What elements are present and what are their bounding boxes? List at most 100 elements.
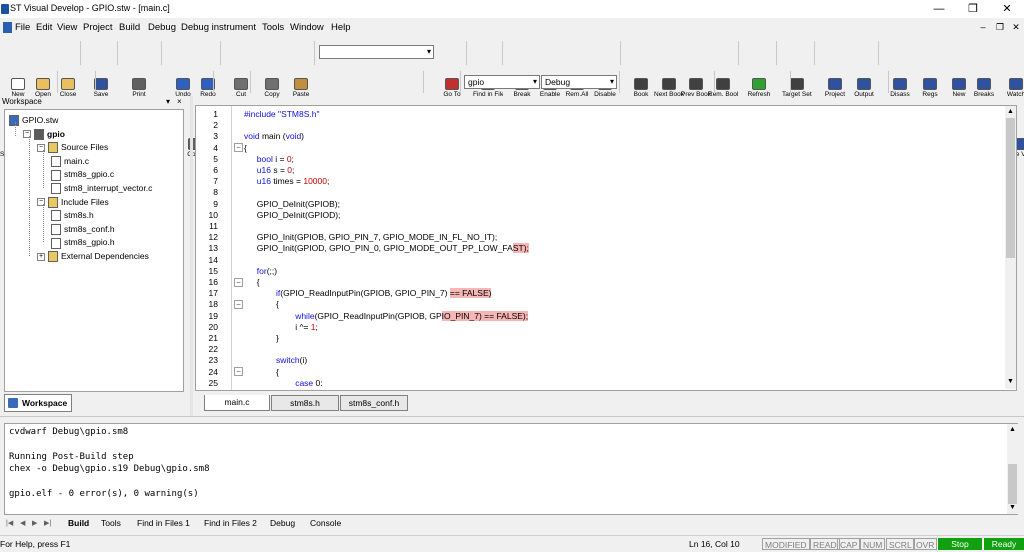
scroll-down-icon[interactable]: ▼	[1007, 378, 1014, 385]
pin-icon[interactable]: ▾	[166, 96, 170, 108]
tree-item[interactable]: GPIO.stw	[9, 114, 59, 127]
line-number: 12	[208, 232, 218, 243]
workspace-close-button[interactable]: ×	[177, 96, 182, 108]
menu-debug-instrument[interactable]: Debug instrument	[181, 22, 256, 33]
status-modified: MODIFIED	[762, 538, 810, 550]
toolbar-separator	[423, 71, 424, 93]
scroll-up-icon[interactable]: ▲	[1009, 426, 1016, 433]
tab-tools[interactable]: Tools	[101, 517, 121, 531]
code-line: #include "STM8S.h"	[244, 109, 320, 119]
output-line: Running Post-Build step	[9, 451, 134, 462]
tab-nav-first-icon[interactable]: |◀	[6, 517, 13, 531]
editor-scrollbar[interactable]: ▲ ▼	[1005, 106, 1016, 389]
output-scrollbar[interactable]: ▲ ▼	[1007, 424, 1018, 514]
output-window[interactable]: cvdwarf Debug\gpio.sm8 Running Post-Build…	[4, 423, 1018, 515]
tree-item[interactable]: stm8s_gpio.c	[51, 168, 114, 181]
status-help-text: For Help, press F1	[0, 539, 71, 549]
menu-debug[interactable]: Debug	[148, 22, 176, 33]
toolbar-separator	[619, 71, 620, 93]
tab-build[interactable]: Build	[68, 517, 89, 531]
tab-stm8s-h[interactable]: stm8s.h	[271, 395, 339, 411]
toolbar-separator	[161, 41, 162, 65]
search-combo[interactable]: ▾	[319, 45, 434, 59]
chevron-down-icon[interactable]: ▾	[610, 76, 614, 88]
folder-icon	[48, 251, 58, 263]
workspace-tab[interactable]: Workspace	[4, 394, 72, 412]
toolbar-separator	[502, 41, 503, 65]
toolbar-separator	[776, 41, 777, 65]
tree-item[interactable]: − Include Files	[37, 196, 109, 208]
project-combo-value: gpio	[468, 77, 485, 87]
mdi-restore-button[interactable]: ❐	[994, 22, 1006, 33]
scroll-up-icon[interactable]: ▲	[1007, 108, 1014, 115]
tab-nav-prev-icon[interactable]: ◀	[20, 517, 25, 531]
menu-project[interactable]: Project	[83, 22, 113, 33]
line-number: 15	[208, 265, 218, 276]
tree-item-label: stm8s_gpio.h	[64, 237, 115, 248]
maximize-button[interactable]: ❐	[956, 0, 990, 18]
fold-toggle-icon[interactable]: −	[234, 277, 243, 287]
line-number: 18	[208, 299, 218, 310]
tree-item-label: main.c	[64, 155, 90, 166]
menu-build[interactable]: Build	[119, 22, 140, 33]
menu-edit[interactable]: Edit	[36, 22, 52, 33]
workspace-icon	[8, 398, 18, 408]
line-number: 8	[213, 187, 218, 198]
tree-line	[29, 136, 30, 256]
tree-item[interactable]: stm8s_conf.h	[51, 223, 115, 236]
tree-item[interactable]: − Source Files	[37, 141, 108, 154]
output-splitter[interactable]	[0, 416, 1024, 422]
chevron-down-icon[interactable]: ▾	[533, 76, 537, 88]
tab-console[interactable]: Console	[310, 517, 341, 531]
splitter[interactable]	[190, 96, 193, 416]
fold-toggle-icon[interactable]: −	[234, 143, 243, 153]
tree-item[interactable]: stm8_interrupt_vector.c	[51, 182, 152, 195]
tab-find-in-files-1[interactable]: Find in Files 1	[137, 517, 190, 531]
minimize-button[interactable]: —	[922, 0, 956, 18]
mdi-minimize-button[interactable]: –	[977, 22, 989, 32]
code-line: case 0:	[295, 377, 323, 388]
scrollbar-thumb[interactable]	[1006, 118, 1015, 258]
code-line: GPIO_DeInit(GPIOB);	[256, 198, 340, 209]
tree-item[interactable]: main.c	[51, 155, 90, 168]
toolbar-separator	[878, 41, 879, 65]
close-button[interactable]: ✕	[990, 0, 1024, 18]
line-number: 3	[213, 131, 218, 142]
menu-view[interactable]: View	[57, 22, 77, 33]
project-combo[interactable]: gpio ▾	[464, 75, 540, 89]
mdi-close-button[interactable]: ✕	[1010, 22, 1022, 33]
toolbar-separator	[57, 71, 58, 93]
toolbar-separator	[888, 71, 889, 93]
menu-tools[interactable]: Tools	[262, 22, 284, 33]
config-combo[interactable]: Debug ▾	[541, 75, 617, 89]
tab-main-c[interactable]: main.c	[204, 395, 270, 411]
tab-debug[interactable]: Debug	[270, 517, 295, 531]
tree-item[interactable]: stm8s.h	[51, 209, 94, 222]
tree-item-label: GPIO.stw	[22, 115, 59, 125]
menu-window[interactable]: Window	[290, 22, 324, 33]
status-stop-indicator: Stop	[938, 538, 982, 550]
code-line: if(GPIO_ReadInputPin(GPIOB, GPIO_PIN_7) …	[276, 288, 492, 299]
menu-file[interactable]: File	[15, 22, 30, 33]
fold-toggle-icon[interactable]: −	[234, 299, 243, 309]
expand-toggle-icon[interactable]: +	[37, 252, 45, 261]
tab-stm8s-conf-h[interactable]: stm8s_conf.h	[340, 395, 408, 411]
code-editor[interactable]: 1 2 3 4 5 6 7 8 9 10 11 12 13 14 15 16 17 18 19 20 21 22 23 24 2…	[195, 105, 1017, 391]
toolbar-separator	[117, 41, 118, 65]
chevron-down-icon[interactable]: ▾	[427, 46, 431, 58]
config-combo-value: Debug	[545, 77, 571, 87]
tab-nav-next-icon[interactable]: ▶	[32, 517, 37, 531]
fold-toggle-icon[interactable]: −	[234, 367, 243, 377]
code-line: {	[244, 142, 247, 153]
code-line: u16 times = 10000;	[256, 176, 330, 187]
menu-help[interactable]: Help	[331, 22, 351, 33]
tab-nav-last-icon[interactable]: ▶|	[44, 517, 51, 531]
tab-find-in-files-2[interactable]: Find in Files 2	[204, 517, 257, 531]
code-line: {	[256, 277, 260, 287]
scrollbar-thumb[interactable]	[1008, 464, 1017, 504]
line-number: 17	[208, 288, 218, 299]
scroll-down-icon[interactable]: ▼	[1009, 504, 1016, 511]
tree-item[interactable]: + External Dependencies	[37, 250, 149, 263]
tree-item[interactable]: stm8s_gpio.h	[51, 236, 115, 249]
line-number: 19	[208, 310, 218, 321]
